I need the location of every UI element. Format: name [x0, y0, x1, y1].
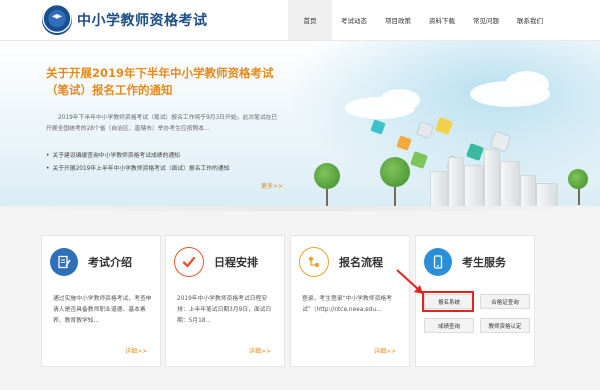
news-item-label: 关于开展2019年上半年中小学教师资格考试（面试）报名工作的通知 [52, 166, 230, 172]
nav-policy[interactable]: 项目政策 [376, 0, 420, 40]
building-decoration [448, 157, 464, 211]
tree-decoration [568, 169, 588, 189]
card-title[interactable]: 考试介绍 [88, 254, 132, 270]
news-item-label: 关于建设编缓查询中小学教师资格考试成绩的通知 [52, 153, 180, 159]
card-header: 考生服务 [424, 247, 506, 277]
hero-banner: 关于开展2019年下半年中小学教师资格考试（笔试）报名工作的通知 2019年下半… [0, 41, 600, 211]
card-title[interactable]: 报名流程 [339, 254, 383, 270]
cloud-decoration [380, 89, 420, 111]
news-item[interactable]: • 关于建设编缓查询中小学教师资格考试成绩的通知 [46, 150, 230, 163]
nav-home[interactable]: 首页 [288, 0, 332, 40]
main-nav: 首页 考试动态 项目政策 资料下载 常见问题 联系我们 [288, 0, 552, 40]
certificate-query-button[interactable]: 合格证查询 [480, 294, 530, 309]
checkmark-icon [174, 247, 204, 277]
qualification-recognition-button[interactable]: 教师资格认定 [480, 318, 530, 333]
document-pen-icon [50, 248, 78, 276]
tree-decoration [380, 157, 410, 187]
card-description: 2019年中小学教师资格考试日程安排：上半年笔试日期3月9日，面试日期：5月18… [177, 296, 272, 324]
card-header: 考试介绍 [50, 247, 132, 277]
banner-headline[interactable]: 关于开展2019年下半年中小学教师资格考试（笔试）报名工作的通知 [46, 65, 281, 99]
card-header: 日程安排 [174, 247, 258, 277]
news-item[interactable]: • 关于开展2019年上半年中小学教师资格考试（面试）报名工作的通知 [46, 163, 230, 176]
score-query-button[interactable]: 成绩查询 [424, 318, 474, 333]
card-title[interactable]: 日程安排 [214, 254, 258, 270]
bullet-icon: • [46, 153, 50, 159]
building-decoration [430, 171, 448, 211]
site-logo-icon[interactable] [42, 5, 72, 35]
cloud-decoration [505, 71, 549, 99]
nav-faq[interactable]: 常见问题 [464, 0, 508, 40]
banner-summary: 2019年下半年中小学教师资格考试（笔试）报名工作将于9月3日开始，此次笔试在已… [46, 115, 278, 132]
building-decoration [464, 165, 484, 211]
card-schedule: 日程安排 2019年中小学教师资格考试日程安排：上半年笔试日期3月9日，面试日期… [165, 235, 285, 367]
card-more-link[interactable]: 详细>> [249, 346, 271, 355]
building-decoration [500, 161, 520, 211]
card-more-link[interactable]: 详细>> [374, 346, 396, 355]
card-header: 报名流程 [299, 247, 383, 277]
bullet-icon: • [46, 166, 50, 172]
nav-exam-news[interactable]: 考试动态 [332, 0, 376, 40]
banner-news-list: • 关于建设编缓查询中小学教师资格考试成绩的通知 • 关于开展2019年上半年中小学… [46, 150, 230, 176]
tree-decoration [314, 163, 340, 189]
building-decoration [484, 149, 500, 211]
arrow-icon [396, 269, 423, 294]
card-description: 登录。考生登录“中小学教师资格考试”（http://ntce.neea.edu.… [302, 296, 392, 313]
nav-contact[interactable]: 联系我们 [508, 0, 552, 40]
highlight-box [422, 291, 474, 312]
card-more-link[interactable]: 详细>> [125, 346, 147, 355]
banner-more-link[interactable]: 更多>> [261, 181, 283, 190]
flow-steps-icon [299, 247, 329, 277]
card-description: 通过实施中小学教师资格考试，考查申请人是否具备教师职业道德、基本素养、教育教学知… [53, 296, 152, 324]
card-title[interactable]: 考生服务 [462, 254, 506, 270]
phone-service-icon [424, 248, 452, 276]
site-title[interactable]: 中小学教师资格考试 [77, 10, 208, 30]
top-header: 中小学教师资格考试 首页 考试动态 项目政策 资料下载 常见问题 联系我们 [0, 0, 600, 41]
card-registration-flow: 报名流程 登录。考生登录“中小学教师资格考试”（http://ntce.neea… [290, 235, 410, 367]
card-exam-intro: 考试介绍 通过实施中小学教师资格考试，考查申请人是否具备教师职业道德、基本素养、… [41, 235, 161, 367]
nav-downloads[interactable]: 资料下载 [420, 0, 464, 40]
